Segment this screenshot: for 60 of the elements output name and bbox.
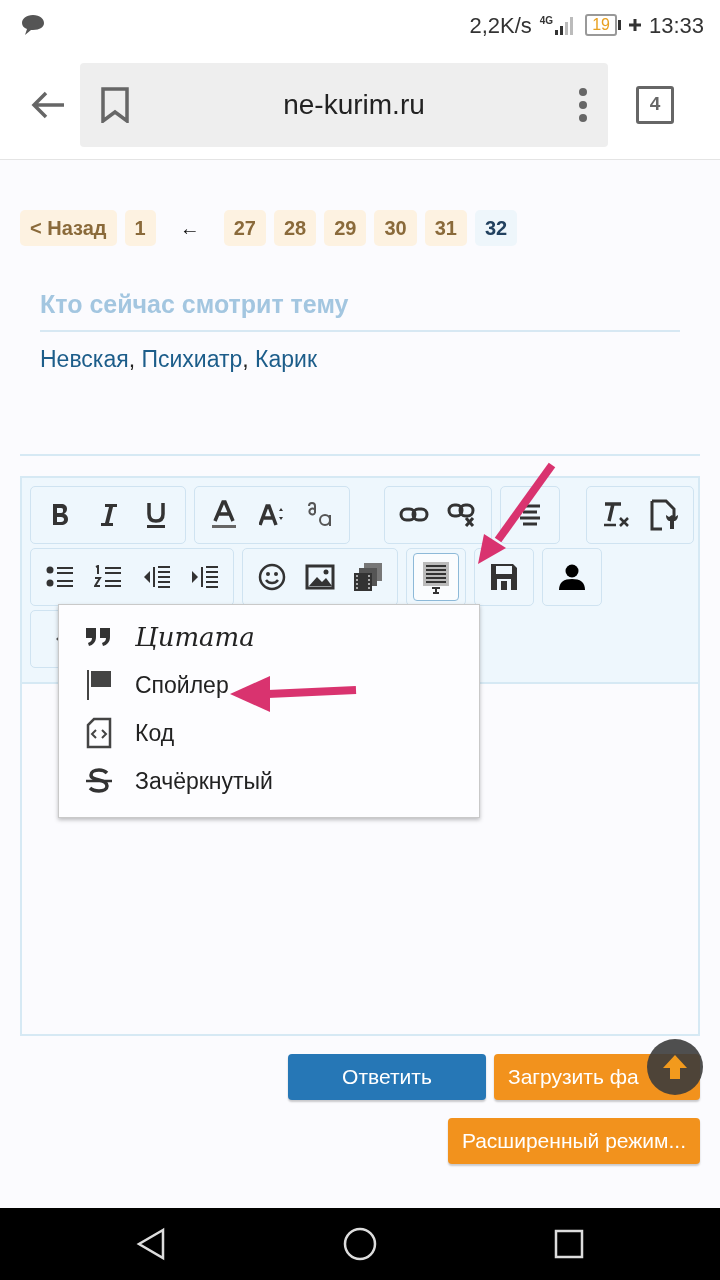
home-nav-icon[interactable] bbox=[342, 1226, 378, 1262]
tab-count-button[interactable]: 4 bbox=[636, 85, 674, 124]
user-link[interactable]: Карик bbox=[255, 345, 317, 372]
separator: , bbox=[128, 345, 136, 372]
bold-icon bbox=[50, 502, 70, 528]
separator: , bbox=[242, 345, 249, 372]
menu-icon[interactable] bbox=[578, 86, 588, 123]
numbered-list-icon bbox=[94, 565, 122, 589]
page-link[interactable]: 1 bbox=[124, 210, 156, 246]
unlink-icon bbox=[447, 502, 477, 528]
menu-item[interactable]: Код bbox=[59, 709, 479, 757]
page-link[interactable]: 29 bbox=[324, 210, 367, 246]
page-link[interactable]: < Назад bbox=[20, 210, 117, 246]
page-link[interactable]: 30 bbox=[374, 210, 417, 246]
editor-area[interactable]: Цитата Спойлер Код Зачёркнутый bbox=[20, 476, 700, 1036]
bullet-list-icon bbox=[46, 565, 74, 589]
back-icon[interactable] bbox=[30, 89, 66, 120]
charging-icon bbox=[628, 19, 641, 31]
network-speed: 2,2K/s bbox=[469, 11, 532, 40]
pagination-ellipsis: ← bbox=[178, 216, 201, 241]
text-block-icon bbox=[421, 560, 451, 594]
indent-icon bbox=[189, 564, 219, 590]
page-link[interactable]: 27 bbox=[223, 210, 266, 246]
section-title: Кто сейчас смотрит тему bbox=[40, 286, 680, 332]
italic-icon bbox=[98, 502, 118, 528]
page-link[interactable]: 31 bbox=[424, 210, 467, 246]
image-icon bbox=[305, 564, 335, 590]
menu-item[interactable]: Зачёркнутый bbox=[59, 757, 479, 805]
user-link[interactable]: Психиатр bbox=[141, 345, 243, 372]
smiley-icon bbox=[258, 563, 286, 591]
font-icon bbox=[306, 501, 334, 529]
network-type: 4G bbox=[539, 16, 554, 26]
font-size-icon bbox=[259, 503, 285, 527]
url-text: ne-kurim.ru bbox=[283, 87, 425, 122]
underline-icon bbox=[145, 501, 167, 529]
strikethrough-icon bbox=[85, 768, 113, 794]
text-color-icon bbox=[211, 500, 237, 530]
user-link[interactable]: Невская bbox=[40, 345, 129, 372]
link-icon bbox=[399, 506, 429, 524]
menu-item[interactable]: Спойлер bbox=[59, 661, 479, 709]
recents-nav-icon[interactable] bbox=[552, 1228, 585, 1260]
flag-icon bbox=[85, 669, 113, 701]
page-link[interactable]: 32 bbox=[474, 210, 518, 246]
clear-format-icon bbox=[601, 501, 631, 529]
page-link[interactable]: 28 bbox=[273, 210, 317, 246]
save-icon bbox=[489, 562, 519, 592]
message-icon bbox=[20, 13, 46, 37]
align-icon bbox=[518, 503, 542, 527]
action-button[interactable]: Ответить bbox=[288, 1054, 486, 1100]
film-icon bbox=[352, 562, 384, 592]
address-bar[interactable]: ne-kurim.ru bbox=[80, 62, 608, 147]
menu-item[interactable]: Цитата bbox=[59, 613, 479, 661]
scroll-top-button[interactable] bbox=[647, 1039, 703, 1095]
status-time: 13:33 bbox=[648, 11, 704, 40]
code-file-icon bbox=[86, 717, 112, 749]
user-icon bbox=[558, 564, 586, 590]
battery-indicator: 19 bbox=[585, 14, 621, 36]
document-wrench-icon bbox=[650, 499, 678, 531]
bookmark-icon[interactable] bbox=[100, 86, 130, 123]
toolbar-button[interactable] bbox=[413, 553, 459, 601]
